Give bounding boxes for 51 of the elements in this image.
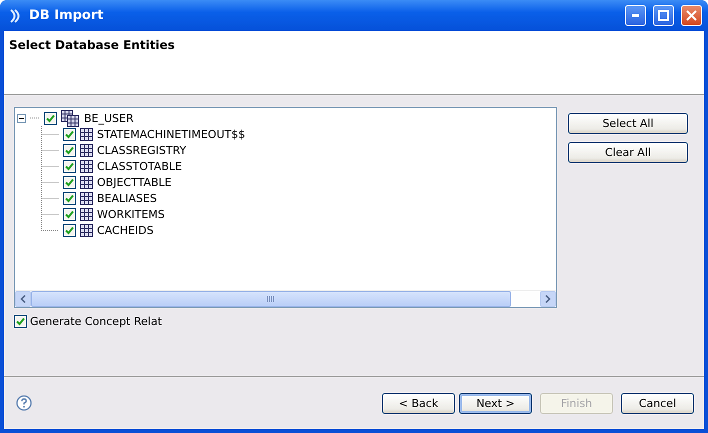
close-button[interactable] [681,5,702,26]
tree-item[interactable]: BEALIASES [97,192,157,204]
table-icon [80,176,93,188]
table-icon [80,144,93,156]
checkbox[interactable] [63,176,76,188]
checkbox[interactable] [63,160,76,172]
tree-item[interactable]: CACHEIDS [97,224,154,236]
table-icon [80,208,93,220]
help-icon[interactable] [16,395,32,411]
wizard-button[interactable]: Next > [459,392,532,414]
tree-connector-line [41,158,59,174]
tree-connector-line [41,174,59,190]
tree-item[interactable]: BE_USER [84,112,134,124]
clear-all-button[interactable]: Clear All [568,142,688,163]
minimize-button[interactable] [625,5,646,26]
tree-item[interactable]: CLASSTOTABLE [97,160,182,172]
table-icon [80,224,93,236]
tree-connector-line [30,117,40,119]
checkbox-label[interactable]: Generate Concept Relat [30,315,162,328]
checkbox[interactable] [44,112,57,124]
table-icon [80,160,93,172]
grip-icon [267,296,275,302]
collapse-icon[interactable] [17,114,26,122]
horizontal-scrollbar[interactable] [15,290,556,307]
select-all-button[interactable]: Select All [568,113,688,134]
maximize-button[interactable] [653,5,674,26]
tree-connector-line [41,126,59,142]
table-icon [80,128,93,140]
table-icon [80,192,93,204]
tables-icon [61,110,80,126]
tree-item[interactable]: WORKITEMS [97,208,165,220]
checkbox[interactable] [63,208,76,220]
wizard-button[interactable]: < Back [382,392,455,414]
minimize-icon [632,14,639,17]
checkbox[interactable] [63,224,76,236]
checkbox[interactable] [14,315,27,328]
tree-item[interactable]: CLASSREGISTRY [97,144,186,156]
check-icon [46,114,55,122]
tree-item[interactable]: OBJECTTABLE [97,176,172,188]
tree-connector-line [41,142,59,158]
close-icon [686,10,697,21]
check-icon [16,317,25,326]
checkbox[interactable] [63,144,76,156]
wizard-button[interactable]: Cancel [621,392,694,414]
tree-connector-line [41,190,59,206]
maximize-icon [658,10,669,21]
checkbox[interactable] [63,192,76,204]
window-title: DB Import [29,8,104,23]
page-title: Select Database Entities [9,38,175,52]
tree-item[interactable]: STATEMACHINETIMEOUT$$ [97,128,246,140]
checkbox[interactable] [63,128,76,140]
